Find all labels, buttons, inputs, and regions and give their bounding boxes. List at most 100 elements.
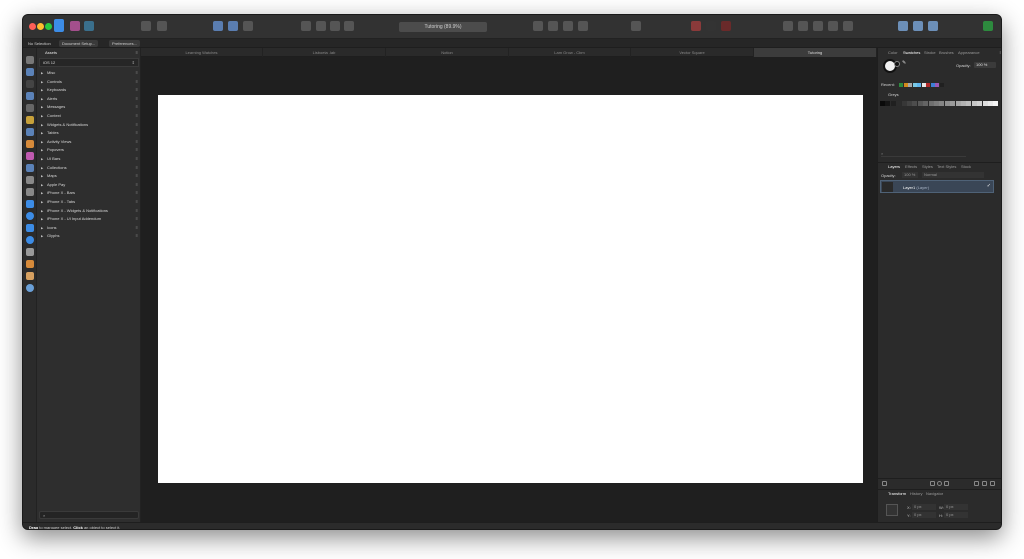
- preferences-button[interactable]: Preferences...: [109, 40, 140, 47]
- recent-color-swatch[interactable]: [930, 83, 935, 87]
- zoom-tool-icon[interactable]: [26, 284, 34, 292]
- tab-swatches[interactable]: Swatches: [903, 48, 920, 57]
- grey-swatch[interactable]: [977, 101, 983, 106]
- row-menu-icon[interactable]: ≡: [136, 112, 138, 120]
- asset-category-row[interactable]: ▶ Keyboards ≡: [39, 86, 139, 94]
- grey-swatch[interactable]: [912, 101, 918, 106]
- layer-options-icon[interactable]: [882, 481, 887, 486]
- row-menu-icon[interactable]: ≡: [136, 224, 138, 232]
- add-layer-icon[interactable]: [974, 481, 979, 486]
- boolean-xor-icon[interactable]: [828, 21, 838, 31]
- studio-icon-1[interactable]: [898, 21, 908, 31]
- disclosure-triangle-icon[interactable]: ▶: [41, 121, 43, 129]
- tab-appearance[interactable]: Appearance: [958, 48, 980, 57]
- disclosure-triangle-icon[interactable]: ▶: [41, 224, 43, 232]
- grey-swatch[interactable]: [939, 101, 945, 106]
- crop-tool-icon[interactable]: [26, 188, 34, 196]
- clip-icon[interactable]: [691, 21, 701, 31]
- row-menu-icon[interactable]: ≡: [136, 121, 138, 129]
- row-menu-icon[interactable]: ≡: [136, 69, 138, 77]
- assets-category-select[interactable]: iOS 12 ⇕: [39, 58, 139, 67]
- view-mode-icon[interactable]: [141, 21, 151, 31]
- flip-icon[interactable]: [631, 21, 641, 31]
- align-right-icon[interactable]: [578, 21, 588, 31]
- row-menu-icon[interactable]: ≡: [136, 78, 138, 86]
- disclosure-triangle-icon[interactable]: ▶: [41, 232, 43, 240]
- grey-swatch[interactable]: [988, 101, 993, 106]
- row-menu-icon[interactable]: ≡: [136, 95, 138, 103]
- stroke-color-swatch[interactable]: [894, 61, 900, 67]
- row-menu-icon[interactable]: ≡: [136, 138, 138, 146]
- recent-color-swatch[interactable]: [903, 83, 908, 87]
- tab-effects[interactable]: Effects: [905, 163, 917, 171]
- asset-category-row[interactable]: ▶ Messages ≡: [39, 103, 139, 111]
- document-setup-button[interactable]: Document Setup...: [59, 40, 99, 47]
- snap-icon[interactable]: [213, 21, 223, 31]
- asset-category-row[interactable]: ▶ Glyphs ≡: [39, 232, 139, 240]
- arrange-forward-icon[interactable]: [330, 21, 340, 31]
- tab-stock[interactable]: Stock: [961, 163, 971, 171]
- panel-menu-icon[interactable]: ≡: [136, 48, 138, 57]
- tab-navigator[interactable]: Navigator: [926, 490, 943, 498]
- asset-category-row[interactable]: ▶ Tables ≡: [39, 129, 139, 137]
- asset-category-row[interactable]: ▶ Icons ≡: [39, 224, 139, 232]
- recent-color-swatch[interactable]: [935, 83, 939, 87]
- tab-styles[interactable]: Styles: [922, 163, 933, 171]
- rounded-rect-tool-icon[interactable]: [26, 224, 34, 232]
- pen-tool-icon[interactable]: [26, 116, 34, 124]
- asset-category-row[interactable]: ▶ Apple Pay ≡: [39, 181, 139, 189]
- grey-swatch[interactable]: [928, 101, 934, 106]
- grey-swatch[interactable]: [880, 101, 885, 106]
- asset-category-row[interactable]: ▶ iPhone X - UI Input Addendum ≡: [39, 215, 139, 223]
- tab-color[interactable]: Color: [888, 48, 898, 57]
- crescent-tool-icon[interactable]: [26, 236, 34, 244]
- gear-icon[interactable]: [157, 21, 167, 31]
- asset-category-row[interactable]: ▶ Collections ≡: [39, 164, 139, 172]
- artboard-tool-icon[interactable]: [26, 68, 34, 76]
- disclosure-triangle-icon[interactable]: ▶: [41, 103, 43, 111]
- row-menu-icon[interactable]: ≡: [136, 155, 138, 163]
- doc-tab-active[interactable]: Tutoring: [754, 48, 877, 57]
- fx-icon[interactable]: [944, 481, 949, 486]
- disclosure-triangle-icon[interactable]: ▶: [41, 155, 43, 163]
- adjustment-icon[interactable]: [937, 481, 942, 486]
- swatch-search-input[interactable]: ⌕: [881, 151, 966, 157]
- tab-text-styles[interactable]: Text Styles: [937, 163, 956, 171]
- stroke-width-icon[interactable]: [706, 21, 716, 31]
- grey-swatch[interactable]: [917, 101, 923, 106]
- disclosure-triangle-icon[interactable]: ▶: [41, 164, 43, 172]
- recent-color-swatch[interactable]: [926, 83, 930, 87]
- disclosure-triangle-icon[interactable]: ▶: [41, 198, 43, 206]
- disclosure-triangle-icon[interactable]: ▶: [41, 146, 43, 154]
- disclosure-triangle-icon[interactable]: ▶: [41, 129, 43, 137]
- doc-tab[interactable]: Learning Watches: [141, 48, 263, 57]
- doc-tab[interactable]: Notion: [386, 48, 509, 57]
- tab-stroke[interactable]: Stroke: [924, 48, 936, 57]
- row-menu-icon[interactable]: ≡: [136, 181, 138, 189]
- row-menu-icon[interactable]: ≡: [136, 164, 138, 172]
- panel-menu-icon[interactable]: ≡: [1000, 48, 1001, 57]
- grey-swatch[interactable]: [971, 101, 977, 106]
- doc-tab[interactable]: Lam Grow - Cbm: [509, 48, 631, 57]
- grey-swatch[interactable]: [944, 101, 950, 106]
- designer-persona-icon[interactable]: [54, 19, 64, 32]
- assets-search-input[interactable]: ⌕: [39, 511, 139, 519]
- disclosure-triangle-icon[interactable]: ▶: [41, 189, 43, 197]
- add-pixel-layer-icon[interactable]: [930, 481, 935, 486]
- asset-category-row[interactable]: ▶ Activity Views ≡: [39, 138, 139, 146]
- recent-color-swatch[interactable]: [908, 83, 912, 87]
- close-window-button[interactable]: [29, 23, 36, 30]
- color-picker-icon[interactable]: [26, 260, 34, 268]
- move-tool-icon[interactable]: [26, 56, 34, 64]
- minimize-window-button[interactable]: [37, 23, 44, 30]
- grey-swatch[interactable]: [950, 101, 956, 106]
- rectangle-tool-icon[interactable]: [26, 200, 34, 208]
- asset-category-row[interactable]: ▶ iPhone X - Tabs ≡: [39, 198, 139, 206]
- grey-swatch[interactable]: [961, 101, 966, 106]
- row-menu-icon[interactable]: ≡: [136, 189, 138, 197]
- zoom-window-button[interactable]: [45, 23, 52, 30]
- row-menu-icon[interactable]: ≡: [136, 232, 138, 240]
- arrange-back-icon[interactable]: [301, 21, 311, 31]
- asset-category-row[interactable]: ▶ Misc ≡: [39, 69, 139, 77]
- hand-tool-icon[interactable]: [26, 272, 34, 280]
